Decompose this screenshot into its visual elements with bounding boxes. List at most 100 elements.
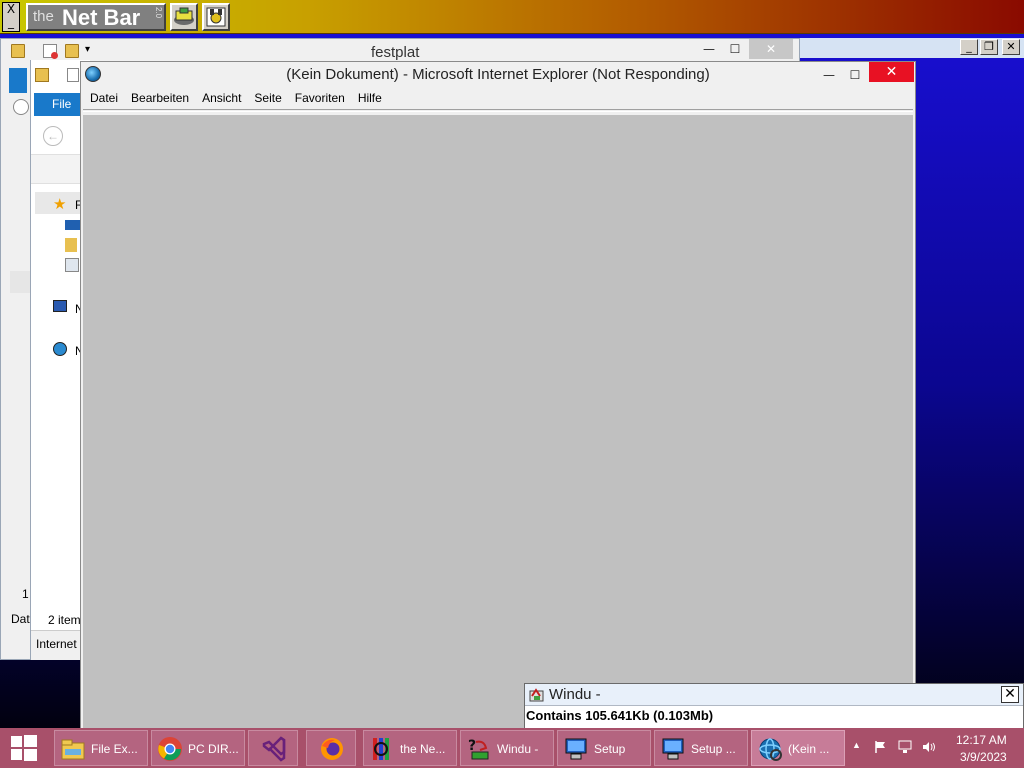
close-icon: ✕ [1006, 40, 1016, 53]
folder-icon[interactable] [11, 44, 25, 58]
task-windu[interactable]: ? Windu - [460, 730, 554, 766]
windu-close-button[interactable]: ✕ [1001, 686, 1019, 703]
internet-explorer-icon [759, 738, 782, 761]
task-setup-1[interactable]: Setup [557, 730, 651, 766]
status-bar: Internet [31, 630, 81, 660]
task-label: File Ex... [91, 742, 138, 756]
bg-restore-button[interactable]: ❐ [980, 39, 998, 55]
chrome-icon [158, 737, 182, 761]
windu-titlebar[interactable]: Windu - ✕ [525, 684, 1023, 706]
system-tray: ▲ 12:17 AM 3/9/2023 [846, 728, 1024, 768]
menu-bearbeiten[interactable]: Bearbeiten [131, 91, 189, 105]
show-hidden-icons-chevron-icon[interactable]: ▲ [852, 740, 866, 754]
ie-content-area[interactable] [83, 115, 913, 728]
background-window-titlebar: _ ❐ ✕ [800, 38, 1024, 58]
network-tool-button[interactable] [170, 3, 198, 31]
setup-icon [662, 738, 684, 760]
ie-minimize-button[interactable]: — [819, 65, 839, 85]
close-icon: ✕ [885, 64, 898, 80]
task-setup-2[interactable]: Setup ... [654, 730, 748, 766]
status-left-2: Dat [11, 612, 30, 626]
minimize-icon: — [823, 68, 835, 82]
task-internet-explorer[interactable]: (Kein ... [751, 730, 845, 766]
file-tab-label: File [52, 97, 72, 111]
properties-icon[interactable] [43, 44, 58, 59]
ie-window-title: (Kein Dokument) - Microsoft Internet Exp… [286, 66, 710, 83]
windu-icon: ? [468, 738, 489, 760]
status-left-1: 1 [22, 587, 29, 601]
restore-icon: ❐ [984, 40, 994, 53]
clock-date[interactable]: 3/9/2023 [960, 750, 1007, 764]
network-status-icon[interactable] [898, 740, 912, 754]
windu-message: Contains 105.641Kb (0.103Mb) [526, 708, 714, 723]
close-icon: ✕ [1004, 686, 1016, 702]
logo-the: the [33, 8, 54, 25]
ribbon-tab-edge[interactable] [9, 68, 27, 93]
properties-icon[interactable] [67, 68, 79, 82]
start-button[interactable] [0, 728, 48, 768]
favorites-star-icon: ★ [53, 196, 67, 213]
status-zone: Internet [36, 637, 77, 651]
address-bar[interactable] [31, 154, 81, 184]
task-label: Setup [594, 742, 626, 756]
settings-tool-button[interactable] [202, 3, 230, 31]
new-folder-icon[interactable] [65, 44, 79, 58]
action-center-flag-icon[interactable] [874, 740, 888, 754]
ie-maximize-button[interactable]: ☐ [845, 65, 865, 85]
network-icon[interactable] [53, 342, 67, 356]
bg-minimize-button[interactable]: _ [960, 39, 978, 55]
task-label: (Kein ... [788, 742, 830, 756]
netbar-close-button[interactable]: X _ [2, 2, 20, 32]
file-explorer-icon [61, 739, 85, 760]
setup-icon [565, 738, 587, 760]
netbar-logo: the Net Bar 2.0 [26, 3, 166, 31]
menu-datei[interactable]: Datei [90, 91, 118, 105]
maximize-icon: ☐ [849, 68, 861, 82]
windu-icon [529, 688, 544, 702]
downloads-icon[interactable] [65, 238, 77, 252]
network-tool-icon [174, 7, 194, 25]
recent-places-icon[interactable] [65, 258, 79, 272]
quick-access-dropdown-icon[interactable]: ▾ [85, 44, 99, 58]
close-icon: X [6, 2, 16, 16]
menu-seite[interactable]: Seite [254, 91, 281, 105]
menubar-divider [83, 109, 913, 112]
task-netbar[interactable]: the Ne... [363, 730, 457, 766]
task-visual-studio[interactable] [248, 730, 298, 766]
nav-pane-divider [10, 147, 30, 151]
menu-favoriten[interactable]: Favoriten [295, 91, 345, 105]
minimize-icon: _ [966, 40, 972, 53]
ie-window: (Kein Dokument) - Microsoft Internet Exp… [80, 61, 916, 729]
task-label: PC DIR... [188, 742, 239, 756]
computer-icon[interactable] [53, 300, 67, 312]
task-label: the Ne... [400, 742, 446, 756]
menu-ansicht[interactable]: Ansicht [202, 91, 241, 105]
close-button[interactable]: ✕ [749, 39, 793, 59]
clock-time[interactable]: 12:17 AM [956, 733, 1007, 747]
netbar-toolbar: X _ the Net Bar 2.0 [0, 0, 1024, 34]
maximize-icon: ☐ [729, 42, 741, 56]
bg-close-button[interactable]: ✕ [1002, 39, 1020, 55]
volume-icon[interactable] [922, 740, 936, 754]
task-label: Setup ... [691, 742, 736, 756]
ie-close-button[interactable]: ✕ [869, 62, 914, 82]
taskbar: File Ex... PC DIR... the Ne... ? Windu -… [0, 728, 1024, 768]
task-file-explorer[interactable]: File Ex... [54, 730, 148, 766]
back-icon[interactable] [13, 99, 29, 115]
back-arrow-icon[interactable]: ← [43, 126, 63, 146]
close-icon: ✕ [765, 42, 777, 56]
task-chrome[interactable]: PC DIR... [151, 730, 245, 766]
ie-menubar: Datei Bearbeiten Ansicht Seite Favoriten… [81, 88, 915, 108]
firefox-icon [321, 738, 343, 760]
menu-hilfe[interactable]: Hilfe [358, 91, 382, 105]
visual-studio-icon [262, 736, 286, 762]
status-item-count: 2 item [48, 613, 81, 627]
ribbon-file-tab[interactable]: File [34, 93, 80, 116]
minimize-icon: _ [8, 15, 14, 29]
nav-pane-selected-edge [10, 271, 30, 293]
windu-popup: Windu - ✕ Contains 105.641Kb (0.103Mb) [524, 683, 1024, 729]
desktop-icon[interactable] [65, 220, 80, 230]
folder-icon[interactable] [35, 68, 49, 82]
task-firefox[interactable] [306, 730, 356, 766]
settings-tool-icon [206, 7, 226, 27]
